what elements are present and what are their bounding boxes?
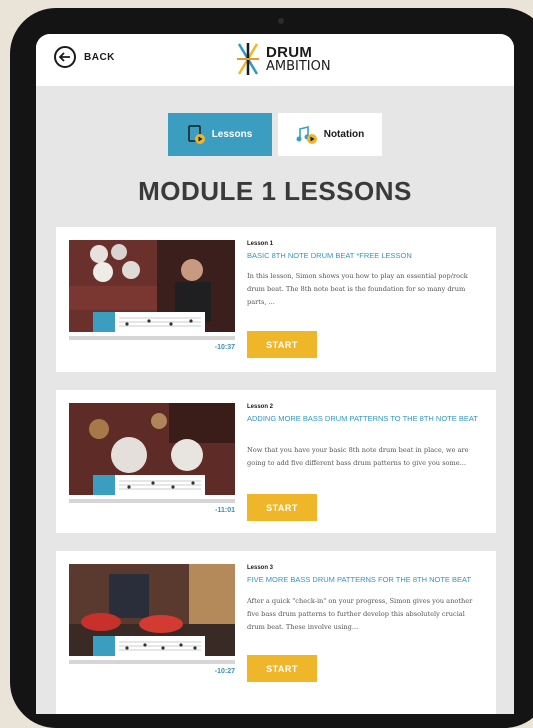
lesson-number: Lesson 2 — [247, 404, 274, 410]
page-title: MODULE 1 LESSONS — [138, 176, 412, 206]
notation-strip — [93, 312, 205, 332]
lesson-number: Lesson 1 — [247, 241, 274, 247]
lesson-description: In this lesson, Simon shows you how to p… — [247, 272, 468, 306]
header-bar: BACK DRUM AMBITION — [36, 34, 514, 86]
lesson-thumbnail[interactable]: -11:01 — [69, 403, 235, 514]
lesson-card: -10:37 Lesson 1 BASIC 8TH NOTE DRUM BEAT… — [56, 227, 496, 372]
logo-text-drum: DRUM — [266, 44, 313, 61]
lesson-card: -11:01 Lesson 2 ADDING MORE BASS DRUM PA… — [56, 390, 496, 533]
lesson-card: -10:27 Lesson 3 FIVE MORE BASS DRUM PATT… — [56, 551, 496, 714]
lesson-title[interactable]: ADDING MORE BASS DRUM PATTERNS TO THE 8T… — [247, 414, 487, 424]
tab-notation[interactable]: Notation — [278, 113, 382, 156]
video-thumbnail[interactable] — [69, 564, 235, 656]
lesson-thumbnail[interactable]: -10:27 — [69, 564, 235, 675]
back-label: BACK — [84, 51, 115, 63]
tab-lessons[interactable]: Lessons — [168, 113, 272, 156]
start-button[interactable]: START — [247, 655, 317, 682]
logo-text-ambition: AMBITION — [266, 59, 331, 74]
start-button[interactable]: START — [247, 331, 317, 358]
video-duration: -10:37 — [214, 344, 235, 351]
camera-dot — [278, 18, 284, 24]
app-screen: BACK DRUM AMBITION Lessons Notation MODU… — [36, 34, 514, 714]
progress-bar[interactable] — [69, 660, 235, 664]
arrow-left-icon — [54, 46, 76, 68]
lesson-description: Now that you have your basic 8th note dr… — [247, 446, 469, 467]
progress-bar[interactable] — [69, 499, 235, 503]
tab-lessons-label: Lessons — [211, 129, 253, 140]
video-duration: -11:01 — [215, 507, 235, 514]
video-thumbnail[interactable] — [69, 403, 235, 495]
lesson-title[interactable]: BASIC 8TH NOTE DRUM BEAT *FREE LESSON — [247, 251, 487, 261]
lesson-description: After a quick "check-in" on your progres… — [247, 597, 473, 631]
back-button[interactable]: BACK — [54, 46, 115, 68]
lesson-title[interactable]: FIVE MORE BASS DRUM PATTERNS FOR THE 8TH… — [247, 575, 487, 585]
music-notes-icon — [296, 125, 317, 144]
lesson-number: Lesson 3 — [247, 565, 274, 571]
drum-ambition-logo: DRUM AMBITION — [236, 42, 331, 76]
notation-strip — [93, 475, 205, 495]
lessons-icon — [187, 124, 205, 144]
progress-bar[interactable] — [69, 336, 235, 340]
tab-bar: Lessons Notation — [168, 113, 382, 156]
lesson-thumbnail[interactable]: -10:37 — [69, 240, 235, 351]
drumsticks-logo-icon — [237, 43, 259, 75]
start-button[interactable]: START — [247, 494, 317, 521]
video-thumbnail[interactable] — [69, 240, 235, 332]
tab-notation-label: Notation — [323, 129, 365, 140]
video-duration: -10:27 — [214, 668, 235, 675]
notation-strip — [93, 636, 205, 656]
